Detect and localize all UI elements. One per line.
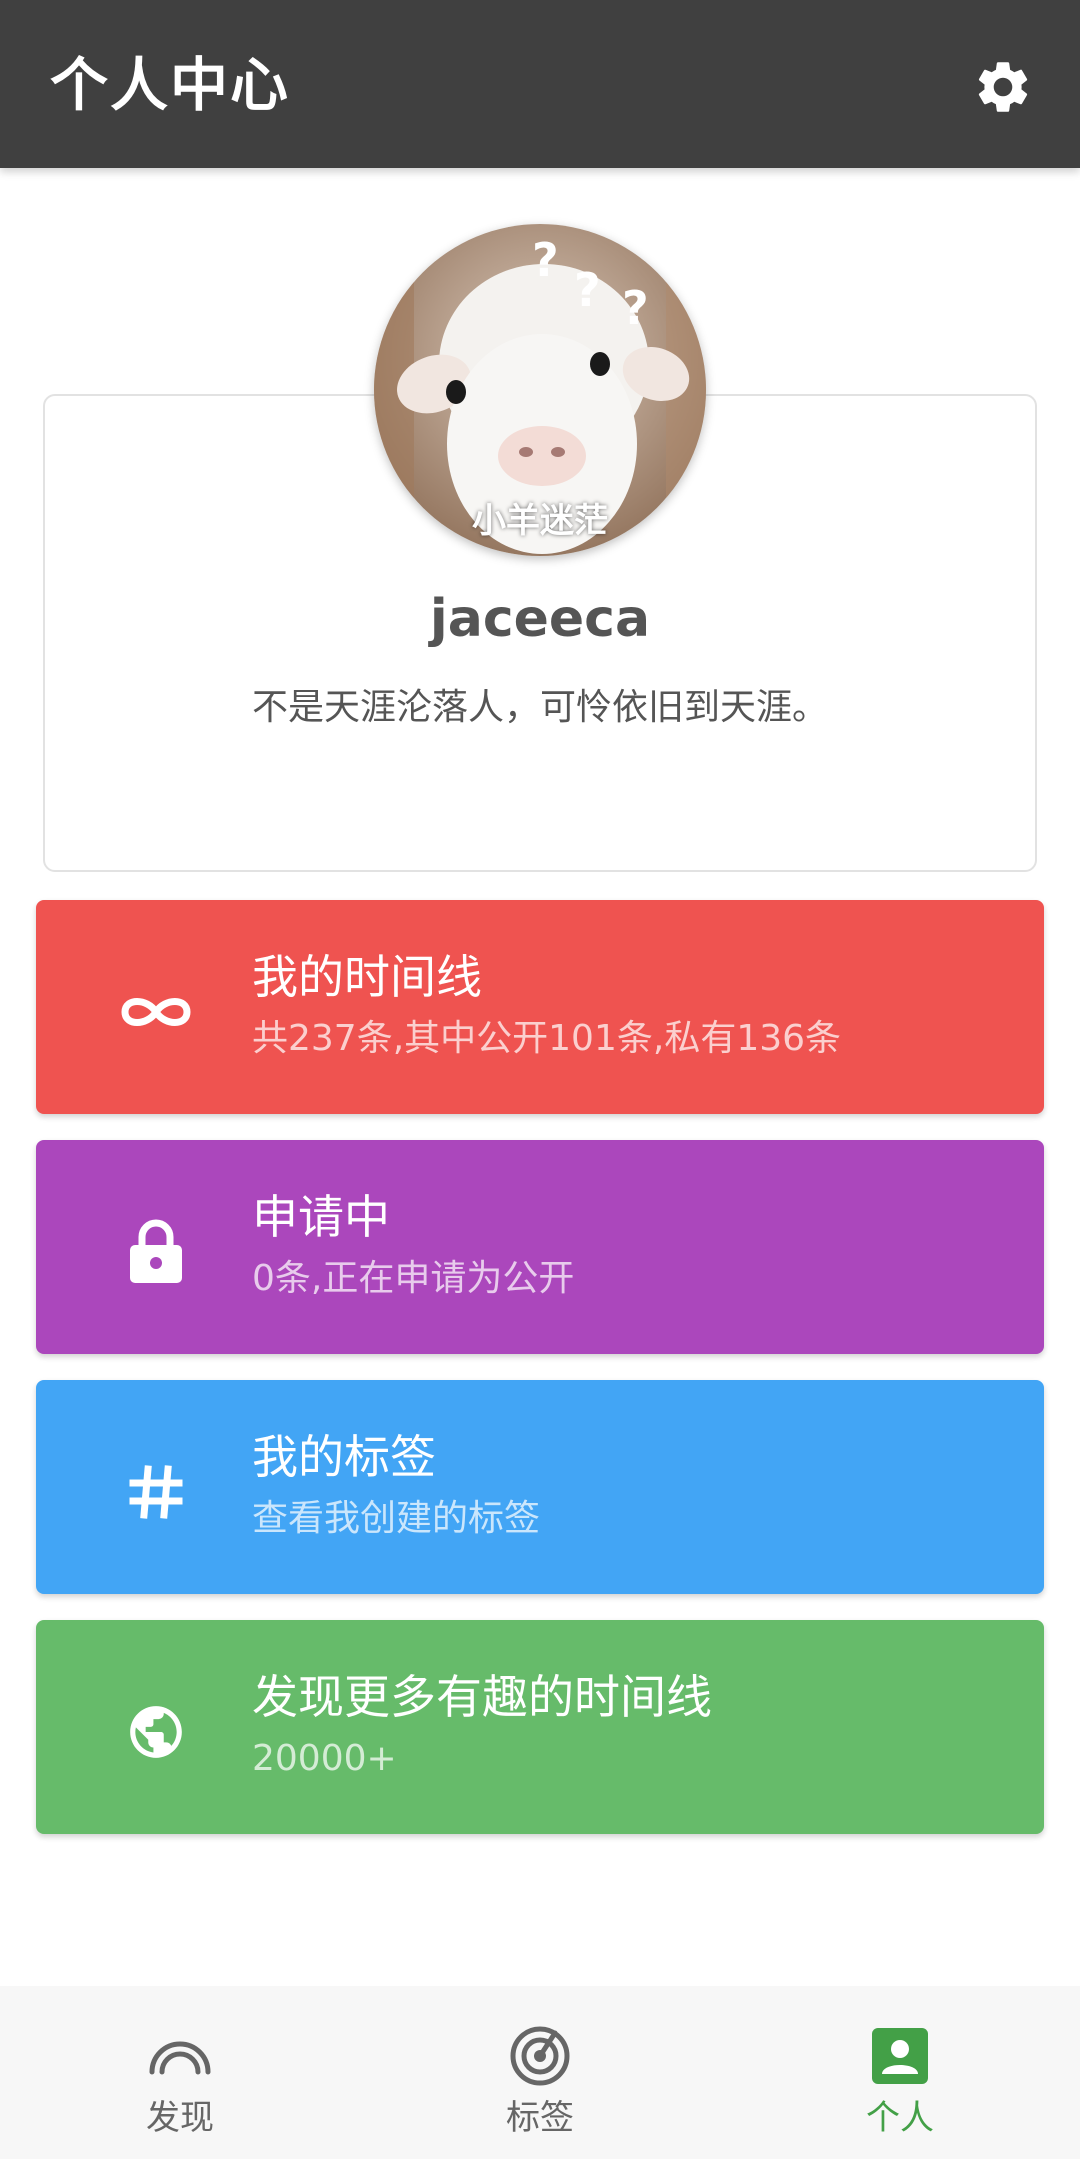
menu-card-discover[interactable]: 发现更多有趣的时间线 20000+ (36, 1620, 1044, 1834)
menu-card-timeline[interactable]: 我的时间线 共237条,其中公开101条,私有136条 (36, 900, 1044, 1114)
nav-item-profile[interactable]: 个人 (780, 1986, 1020, 2159)
menu-title: 我的标签 (252, 1430, 436, 1484)
hash-icon (116, 1452, 196, 1532)
svg-text:?: ? (574, 263, 601, 317)
menu-subtitle: 20000+ (252, 1738, 397, 1779)
menu-title: 我的时间线 (252, 950, 482, 1004)
username: jaceeca (429, 589, 651, 649)
menu-card-tags[interactable]: 我的标签 查看我创建的标签 (36, 1380, 1044, 1594)
menu-subtitle: 查看我创建的标签 (252, 1498, 541, 1539)
discover-icon (146, 2022, 214, 2090)
settings-button[interactable] (966, 50, 1040, 124)
menu-subtitle: 0条,正在申请为公开 (252, 1258, 575, 1299)
avatar-caption: 小羊迷茫 (472, 501, 608, 541)
nav-label: 标签 (506, 2098, 574, 2138)
app-bar: 个人中心 (0, 0, 1080, 168)
nav-item-discover[interactable]: 发现 (60, 1986, 300, 2159)
nav-label: 发现 (146, 2098, 214, 2138)
nav-label: 个人 (866, 2098, 934, 2138)
nav-item-tags[interactable]: 标签 (420, 1986, 660, 2159)
svg-text:?: ? (622, 281, 649, 335)
menu-subtitle: 共237条,其中公开101条,私有136条 (252, 1018, 842, 1059)
person-icon (866, 2022, 934, 2090)
avatar[interactable]: ? ? ? 小羊迷茫 (374, 224, 706, 556)
menu-card-pending[interactable]: 申请中 0条,正在申请为公开 (36, 1140, 1044, 1354)
page-title: 个人中心 (50, 51, 291, 119)
infinity-icon (116, 972, 196, 1052)
menu-title: 发现更多有趣的时间线 (252, 1670, 712, 1724)
svg-text:?: ? (532, 233, 559, 287)
menu-title: 申请中 (252, 1190, 390, 1244)
lock-icon (116, 1212, 196, 1292)
bottom-navigation: 发现 标签 个人 (0, 1986, 1080, 2159)
bio: 不是天涯沦落人，可怜依旧到天涯。 (251, 687, 828, 728)
globe-icon (116, 1692, 196, 1772)
radar-icon (506, 2022, 574, 2090)
gear-icon (978, 62, 1028, 112)
